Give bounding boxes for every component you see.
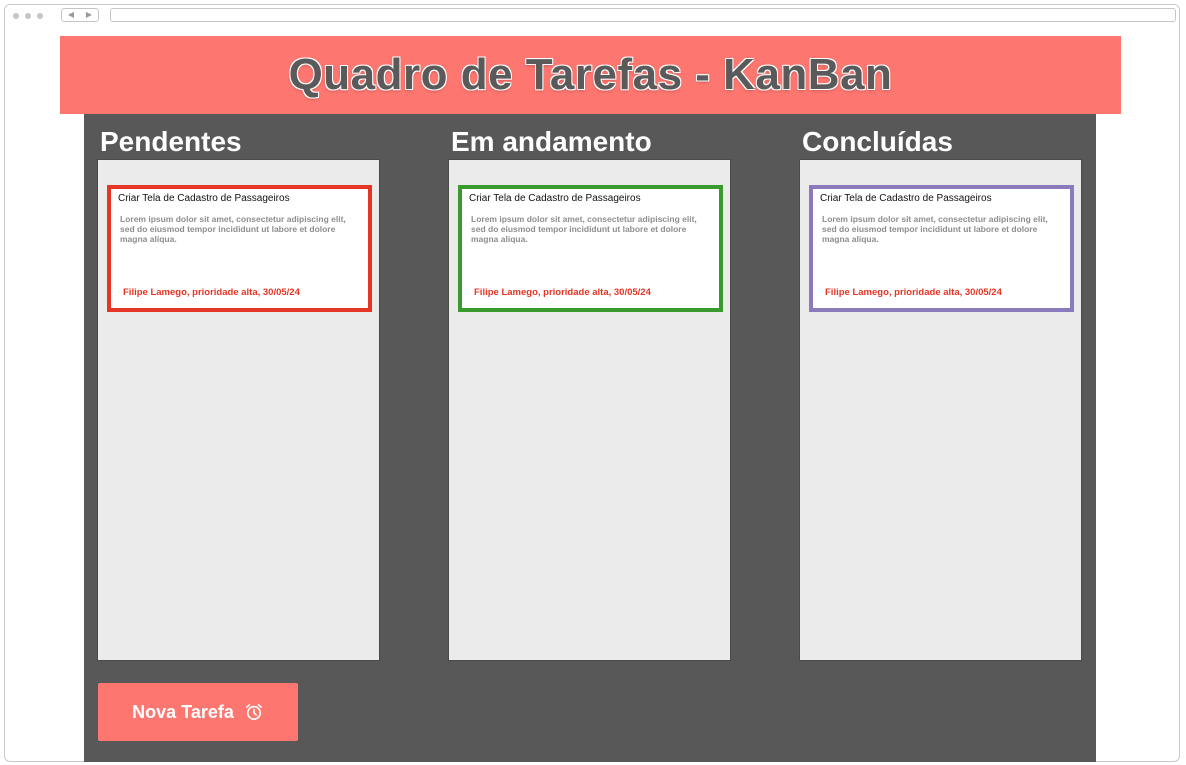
task-card-meta: Filipe Lamego, prioridade alta, 30/05/24	[474, 287, 651, 298]
minimize-window-dot[interactable]	[25, 13, 31, 19]
task-card-description: Lorem ipsum dolor sit amet, consectetur …	[471, 214, 697, 244]
column-title-pendentes: Pendentes	[100, 126, 242, 157]
task-card-title: Criar Tela de Cadastro de Passageiros	[118, 193, 290, 204]
back-icon[interactable]: ◀	[68, 11, 74, 19]
task-card[interactable]: Criar Tela de Cadastro de Passageiros Lo…	[458, 185, 723, 312]
new-task-label: Nova Tarefa	[132, 701, 234, 722]
new-task-button[interactable]: Nova Tarefa	[98, 683, 298, 741]
address-bar[interactable]	[110, 8, 1176, 22]
task-card[interactable]: Criar Tela de Cadastro de Passageiros Lo…	[107, 185, 372, 312]
column-title-concluidas: Concluídas	[802, 126, 953, 157]
close-window-dot[interactable]	[13, 13, 19, 19]
navigation-buttons: ◀ ▶	[61, 8, 99, 22]
kanban-board: Pendentes Criar Tela de Cadastro de Pass…	[84, 114, 1096, 762]
task-card-title: Criar Tela de Cadastro de Passageiros	[469, 193, 641, 204]
column-title-em-andamento: Em andamento	[451, 126, 652, 157]
task-card[interactable]: Criar Tela de Cadastro de Passageiros Lo…	[809, 185, 1074, 312]
window-controls	[13, 13, 43, 19]
task-card-title: Criar Tela de Cadastro de Passageiros	[820, 193, 992, 204]
column-pendentes[interactable]: Criar Tela de Cadastro de Passageiros Lo…	[97, 159, 380, 661]
alarm-clock-icon	[245, 704, 262, 720]
task-card-description: Lorem ipsum dolor sit amet, consectetur …	[120, 214, 346, 244]
page-title: Quadro de Tarefas - KanBan	[288, 50, 893, 99]
column-concluidas[interactable]: Criar Tela de Cadastro de Passageiros Lo…	[799, 159, 1082, 661]
task-card-description: Lorem ipsum dolor sit amet, consectetur …	[822, 214, 1048, 244]
browser-toolbar: ◀ ▶	[5, 5, 1179, 29]
page-header: Quadro de Tarefas - KanBan	[60, 36, 1121, 114]
forward-icon[interactable]: ▶	[86, 11, 92, 19]
task-card-meta: Filipe Lamego, prioridade alta, 30/05/24	[825, 287, 1002, 298]
maximize-window-dot[interactable]	[37, 13, 43, 19]
column-em-andamento[interactable]: Criar Tela de Cadastro de Passageiros Lo…	[448, 159, 731, 661]
task-card-meta: Filipe Lamego, prioridade alta, 30/05/24	[123, 287, 300, 298]
